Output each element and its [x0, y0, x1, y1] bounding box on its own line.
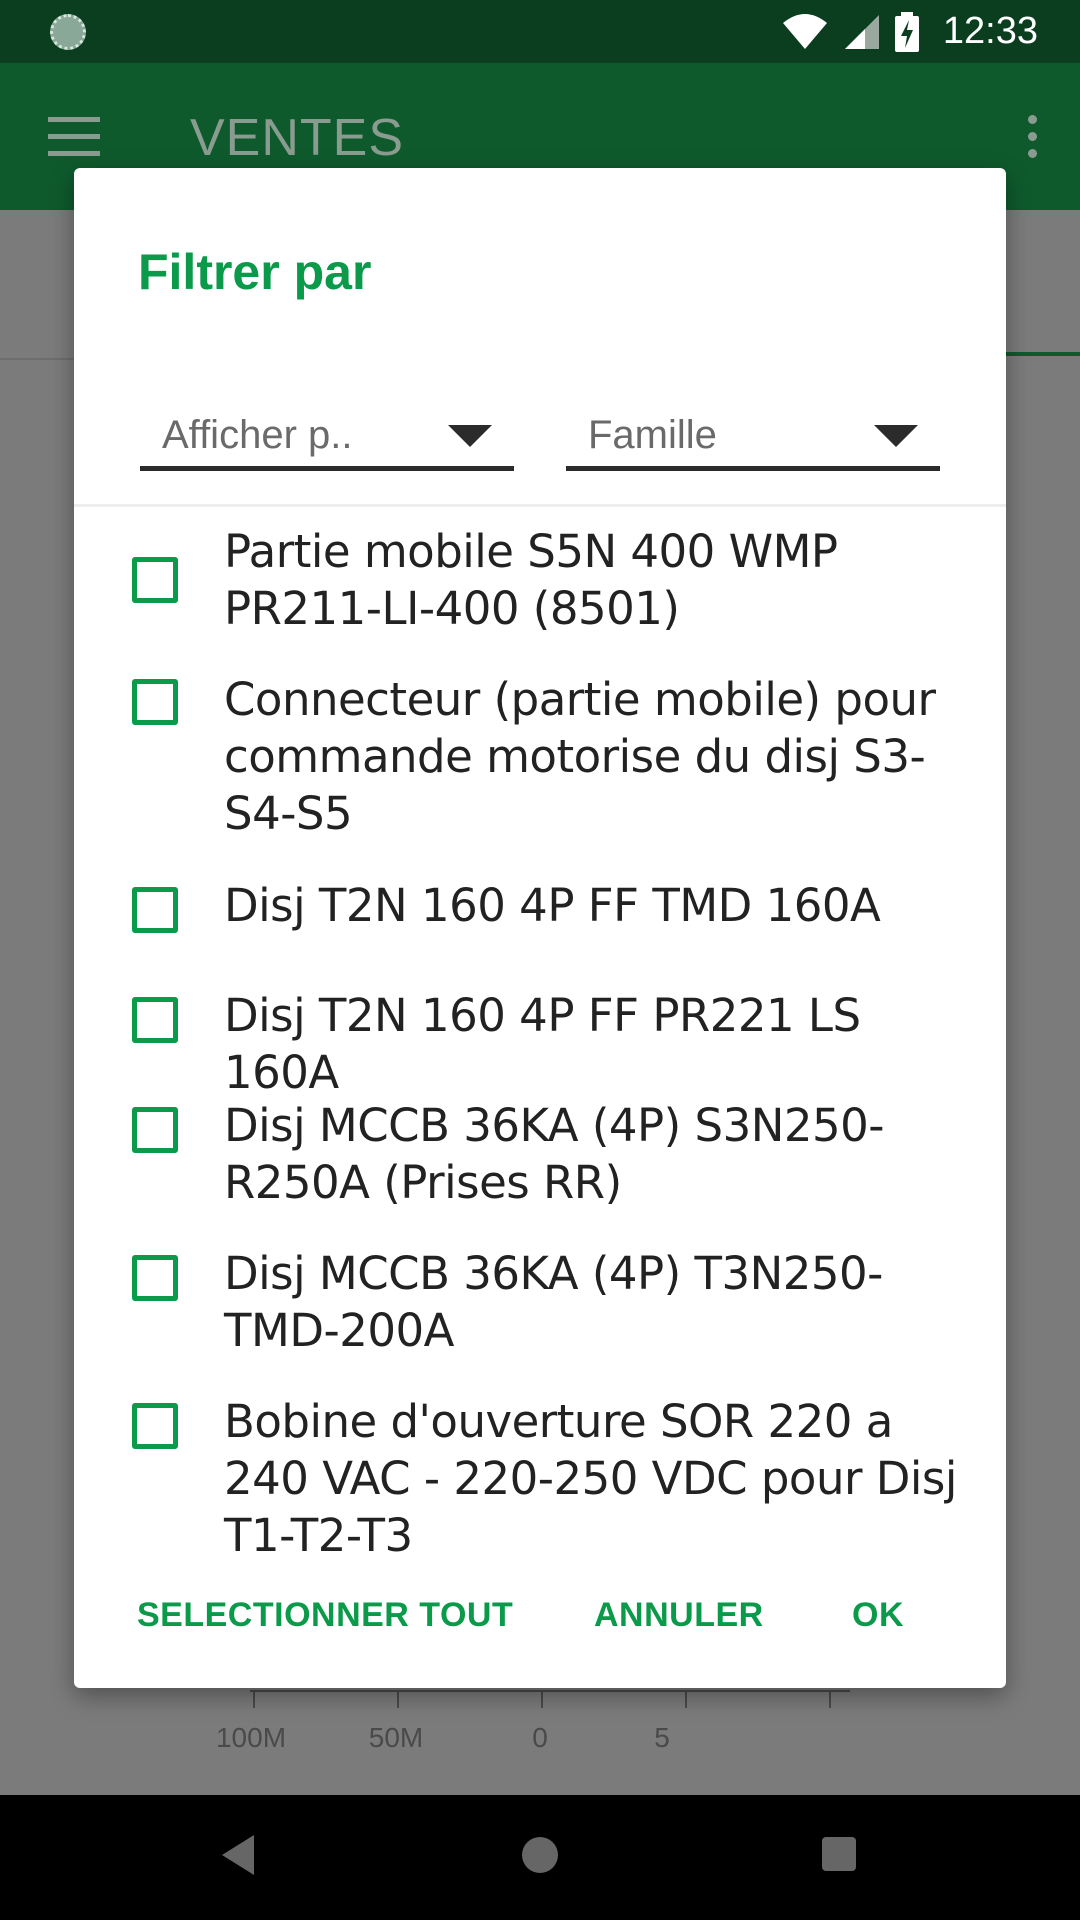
- background-chart-tick: [541, 1690, 543, 1708]
- filter-dialog: Filtrer par Afficher p.. Famille Partie …: [74, 168, 1006, 1688]
- status-icons: 12:33: [781, 0, 1038, 63]
- item-checkbox[interactable]: [132, 679, 178, 725]
- battery-charging-icon: [894, 11, 919, 52]
- dialog-title: Filtrer par: [138, 244, 372, 300]
- filter-list[interactable]: Partie mobile S5N 400 WMP PR211-LI-400 (…: [74, 523, 1006, 1563]
- ok-button[interactable]: OK: [852, 1596, 904, 1635]
- background-chart-tick: [253, 1690, 255, 1708]
- status-bar: 12:33: [0, 0, 1080, 63]
- hamburger-menu-icon[interactable]: [48, 117, 100, 157]
- background-axis-label: 0: [532, 1722, 548, 1753]
- dialog-divider: [74, 504, 1006, 507]
- signal-icon: [844, 14, 879, 49]
- item-label: Bobine d'ouverture SOR 220 a 240 VAC - 2…: [224, 1395, 957, 1562]
- background-chart-tick: [829, 1690, 831, 1708]
- family-dropdown[interactable]: Famille: [566, 393, 940, 471]
- overflow-menu-icon[interactable]: [1028, 115, 1040, 159]
- item-label: Disj MCCB 36KA (4P) S3N250-R250A (Prises…: [224, 1099, 884, 1209]
- dropdown-value: Afficher p..: [162, 413, 353, 457]
- background-axis-label: 100M: [215, 1722, 287, 1753]
- recents-icon[interactable]: [822, 1837, 856, 1871]
- item-label: Disj T2N 160 4P FF TMD 160A: [224, 879, 881, 932]
- background-chart-tick: [685, 1690, 687, 1708]
- background-chart-tick: [397, 1690, 399, 1708]
- dialog-actions: SELECTIONNER TOUT ANNULER OK: [74, 1596, 1006, 1656]
- background-tab-indicator: [1000, 352, 1080, 356]
- background-axis-label: 50M: [368, 1722, 424, 1753]
- item-label: Connecteur (partie mobile) pour commande…: [224, 673, 936, 840]
- wifi-icon: [782, 13, 827, 49]
- background-chart-axis: [250, 1690, 850, 1692]
- item-checkbox[interactable]: [132, 557, 178, 603]
- item-checkbox[interactable]: [132, 997, 178, 1043]
- item-checkbox[interactable]: [132, 1107, 178, 1153]
- item-label: Disj T2N 160 4P FF PR221 LS 160A: [224, 989, 861, 1099]
- dropdown-arrow-icon: [874, 425, 918, 447]
- item-label: Disj MCCB 36KA (4P) T3N250-TMD-200A: [224, 1247, 883, 1357]
- item-checkbox[interactable]: [132, 887, 178, 933]
- home-icon[interactable]: [522, 1837, 558, 1873]
- item-checkbox[interactable]: [132, 1255, 178, 1301]
- app-title: VENTES: [190, 109, 405, 167]
- background-axis-label: 5: [654, 1722, 670, 1753]
- cancel-button[interactable]: ANNULER: [594, 1596, 764, 1635]
- back-icon[interactable]: [222, 1835, 254, 1875]
- dropdown-value: Famille: [588, 413, 717, 457]
- item-checkbox[interactable]: [132, 1403, 178, 1449]
- status-time: 12:33: [942, 10, 1038, 52]
- item-label: Partie mobile S5N 400 WMP PR211-LI-400 (…: [224, 525, 838, 635]
- select-all-button[interactable]: SELECTIONNER TOUT: [137, 1596, 513, 1635]
- dropdown-arrow-icon: [448, 425, 492, 447]
- display-by-dropdown[interactable]: Afficher p..: [140, 393, 514, 471]
- app-notification-icon: [50, 14, 86, 50]
- navigation-bar: [0, 1795, 1080, 1920]
